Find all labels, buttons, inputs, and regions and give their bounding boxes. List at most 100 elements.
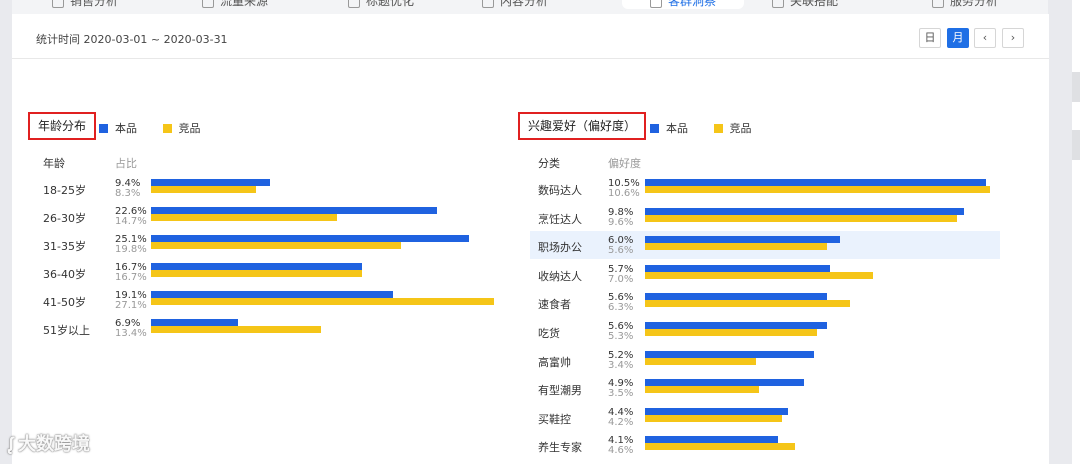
row-label: 吃货 bbox=[538, 327, 560, 340]
competitor-bar[interactable] bbox=[151, 186, 256, 193]
competitor-bar[interactable] bbox=[151, 270, 362, 277]
row-label: 养生专家 bbox=[538, 441, 582, 455]
competitor-bar[interactable] bbox=[645, 243, 827, 251]
own-bar[interactable] bbox=[645, 322, 827, 329]
row-label: 收纳达人 bbox=[538, 269, 582, 283]
legend-competitor: 竞品 bbox=[162, 120, 201, 136]
own-bar[interactable] bbox=[151, 319, 238, 326]
tab-icon bbox=[932, 0, 944, 8]
tab-label: 内容分析 bbox=[500, 0, 549, 8]
own-bar[interactable] bbox=[645, 407, 788, 415]
competitor-value: 9.6% bbox=[608, 216, 634, 228]
legend-own: 本品 bbox=[99, 120, 137, 136]
competitor-bar[interactable] bbox=[645, 186, 990, 193]
tab-icon bbox=[650, 0, 662, 8]
tab-icon bbox=[348, 0, 360, 8]
competitor-swatch-icon bbox=[713, 124, 723, 133]
competitor-value: 7.0% bbox=[608, 273, 634, 285]
interest-legend: 本品 竞品 bbox=[650, 120, 774, 136]
own-bar[interactable] bbox=[151, 263, 362, 270]
prev-arrow-button[interactable]: ‹ bbox=[974, 28, 996, 48]
competitor-bar[interactable] bbox=[645, 443, 795, 451]
competitor-value: 5.6% bbox=[608, 245, 634, 257]
side-block bbox=[1072, 130, 1080, 160]
own-bar[interactable] bbox=[151, 235, 469, 242]
competitor-value: 3.5% bbox=[608, 388, 634, 400]
row-label: 51岁以上 bbox=[43, 324, 90, 337]
legend-own-label: 本品 bbox=[115, 122, 137, 135]
age-section-title: 年龄分布 bbox=[28, 112, 97, 140]
competitor-bar[interactable] bbox=[645, 214, 957, 222]
competitor-bar[interactable] bbox=[151, 214, 337, 221]
competitor-bar[interactable] bbox=[645, 386, 759, 394]
tab-label: 标题优化 bbox=[366, 0, 415, 8]
own-bar[interactable] bbox=[645, 436, 778, 444]
own-bar[interactable] bbox=[151, 179, 270, 186]
tab-icon bbox=[202, 0, 214, 8]
watermark: ᶘ 大数跨境 bbox=[8, 430, 90, 456]
competitor-bar[interactable] bbox=[151, 326, 321, 333]
row-label: 数码达人 bbox=[538, 184, 582, 197]
competitor-value: 13.4% bbox=[115, 328, 147, 339]
own-bar[interactable] bbox=[151, 207, 437, 214]
tab-5[interactable]: 关联搭配 bbox=[772, 0, 838, 9]
tab-3[interactable]: 内容分析 bbox=[482, 0, 548, 9]
competitor-bar[interactable] bbox=[151, 242, 401, 249]
competitor-bar[interactable] bbox=[645, 414, 782, 422]
competitor-value: 4.2% bbox=[608, 416, 634, 428]
competitor-value: 14.7% bbox=[115, 216, 147, 227]
share-column-header: 占比 bbox=[115, 157, 137, 170]
competitor-value: 3.4% bbox=[608, 359, 634, 371]
tab-4[interactable]: 客群洞察 bbox=[622, 0, 745, 9]
row-label: 烹饪达人 bbox=[538, 212, 582, 226]
legend-competitor: 竞品 bbox=[713, 120, 752, 136]
competitor-bar[interactable] bbox=[151, 298, 494, 305]
age-column-header: 年龄 bbox=[43, 157, 65, 170]
own-bar[interactable] bbox=[645, 379, 804, 387]
tab-1[interactable]: 流量来源 bbox=[202, 0, 268, 9]
own-bar[interactable] bbox=[645, 207, 964, 215]
row-label: 41-50岁 bbox=[43, 296, 86, 309]
own-bar[interactable] bbox=[151, 291, 393, 298]
competitor-bar[interactable] bbox=[645, 271, 873, 279]
preference-column-header: 偏好度 bbox=[608, 157, 641, 170]
tab-icon bbox=[52, 0, 64, 8]
competitor-bar[interactable] bbox=[645, 357, 756, 365]
age-legend: 本品 竞品 bbox=[99, 120, 223, 136]
competitor-bar[interactable] bbox=[645, 329, 817, 336]
competitor-swatch-icon bbox=[162, 124, 172, 133]
competitor-value: 27.1% bbox=[115, 300, 147, 311]
competitor-value: 19.8% bbox=[115, 244, 147, 255]
own-bar[interactable] bbox=[645, 236, 840, 244]
row-label: 职场办公 bbox=[538, 241, 582, 255]
competitor-value: 16.7% bbox=[115, 272, 147, 283]
tab-6[interactable]: 服务分析 bbox=[932, 0, 998, 9]
logo-icon: ᶘ bbox=[8, 434, 14, 455]
interest-section-title: 兴趣爱好（偏好度） bbox=[518, 112, 647, 140]
month-button[interactable]: 月 bbox=[947, 28, 969, 48]
row-label: 26-30岁 bbox=[43, 212, 86, 225]
competitor-value: 6.3% bbox=[608, 302, 634, 314]
next-arrow-button[interactable]: › bbox=[1002, 28, 1024, 48]
side-block bbox=[1072, 72, 1080, 102]
legend-competitor-label: 竞品 bbox=[729, 122, 752, 135]
row-label: 36-40岁 bbox=[43, 268, 86, 281]
own-swatch-icon bbox=[99, 124, 108, 133]
own-bar[interactable] bbox=[645, 264, 830, 272]
row-label: 有型潮男 bbox=[538, 384, 582, 398]
competitor-value: 8.3% bbox=[115, 188, 141, 199]
row-label: 买鞋控 bbox=[538, 412, 571, 426]
tab-label: 销售分析 bbox=[70, 0, 119, 8]
day-button[interactable]: 日 bbox=[919, 28, 941, 48]
own-bar[interactable] bbox=[645, 350, 814, 358]
competitor-bar[interactable] bbox=[645, 300, 850, 308]
row-label: 速食者 bbox=[538, 298, 571, 312]
own-bar[interactable] bbox=[645, 293, 827, 301]
tab-label: 服务分析 bbox=[950, 0, 999, 8]
category-column-header: 分类 bbox=[538, 157, 560, 170]
tab-label: 流量来源 bbox=[220, 0, 269, 8]
tab-icon bbox=[482, 0, 494, 8]
tab-2[interactable]: 标题优化 bbox=[348, 0, 414, 9]
own-bar[interactable] bbox=[645, 179, 986, 186]
tab-0[interactable]: 销售分析 bbox=[52, 0, 118, 9]
